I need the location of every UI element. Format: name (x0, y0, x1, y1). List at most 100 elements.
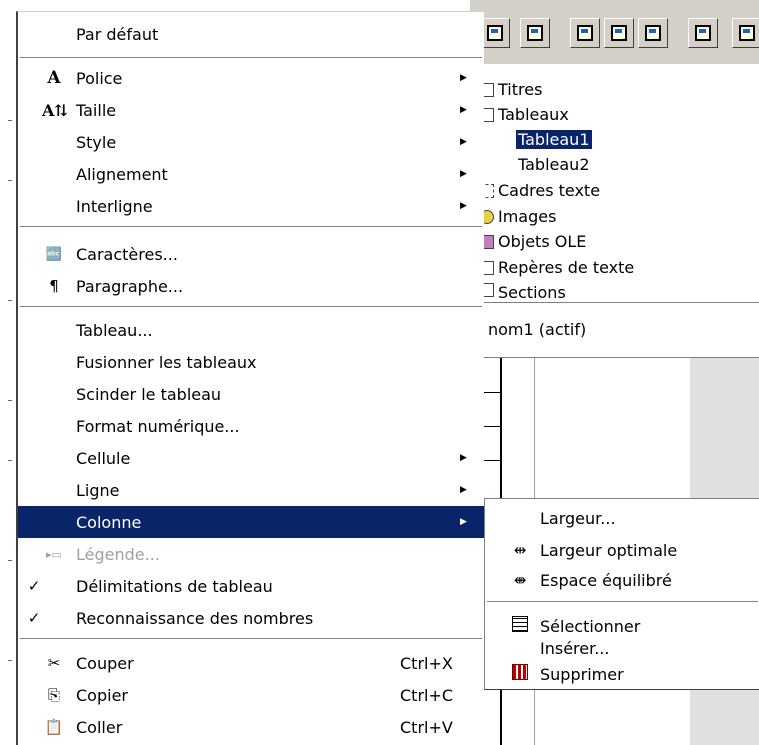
menu-label: Scinder le tableau (76, 384, 222, 404)
active-document-label: nom1 (actif) (488, 320, 587, 339)
submenu-arrow-icon: ▶ (460, 453, 467, 463)
toolbar-button-more[interactable] (732, 18, 759, 48)
toolbar-button-bookmark[interactable] (520, 18, 550, 48)
margin-mark (8, 300, 12, 301)
nav-item-images[interactable]: Images (480, 207, 556, 226)
menu-separator (20, 638, 482, 642)
table-row-mark (484, 426, 500, 427)
menu-label: Style (76, 132, 117, 152)
menu-item-taille[interactable]: A⇅ Taille ▶ (18, 94, 484, 126)
menu-item-legende[interactable]: ▸▭ Légende... (18, 538, 484, 570)
menu-label: Paragraphe... (76, 276, 184, 296)
submenu-arrow-icon: ▶ (460, 137, 467, 147)
menu-item-style[interactable]: Style ▶ (18, 126, 484, 158)
submenu-arrow-icon: ▶ (460, 201, 467, 211)
menu-item-delimitations[interactable]: ✓ Délimitations de tableau (18, 570, 484, 602)
nav-label: Titres (498, 80, 543, 99)
menu-item-interligne[interactable]: Interligne ▶ (18, 190, 484, 222)
menu-separator (20, 57, 482, 61)
nav-item-tableaux[interactable]: Tableaux (480, 105, 569, 124)
menu-item-alignement[interactable]: Alignement ▶ (18, 158, 484, 190)
more-icon (739, 25, 755, 41)
nav-item-cadres[interactable]: Cadres texte (480, 181, 600, 200)
nav-label: Objets OLE (498, 232, 587, 251)
margin-mark (8, 660, 12, 661)
nav-label: Images (498, 207, 557, 226)
menu-item-fusionner[interactable]: Fusionner les tableaux (18, 346, 484, 378)
checkmark-icon: ✓ (27, 609, 41, 627)
menu-item-couper[interactable]: ✂ Couper Ctrl+X (18, 647, 484, 679)
submenu-arrow-icon: ▶ (460, 73, 467, 83)
menu-item-default[interactable]: Par défaut (18, 18, 484, 50)
frame-icon (487, 25, 503, 41)
context-menu: Par défaut A Police ▶ A⇅ Taille ▶ Style ▶ Ali… (16, 11, 484, 745)
menu-item-caracteres[interactable]: 🔤 Caractères... (18, 238, 484, 270)
toolbar-button-footer[interactable] (604, 18, 634, 48)
toolbar-button-header[interactable] (570, 18, 600, 48)
nav-item-ole[interactable]: Objets OLE (480, 232, 586, 251)
nav-item-tableau1[interactable]: Tableau1 (516, 130, 592, 149)
shortcut-label: Ctrl+X (400, 653, 453, 673)
menu-item-cellule[interactable]: Cellule ▶ (18, 442, 484, 474)
copy-icon: ⎘ (47, 686, 60, 704)
menu-item-copier[interactable]: ⎘ Copier Ctrl+C (18, 679, 484, 711)
submenu-item-espace-equilibre[interactable]: ⇼ Espace équilibré (485, 565, 758, 595)
submenu-item-largeur[interactable]: Largeur... (485, 503, 758, 533)
nav-item-reperes[interactable]: Repères de texte (480, 258, 634, 277)
menu-label: Interligne (76, 196, 153, 216)
nav-label: Cadres texte (498, 181, 601, 200)
characters-icon: 🔤 (45, 246, 63, 262)
menu-item-ligne[interactable]: Ligne ▶ (18, 474, 484, 506)
margin-mark (8, 560, 12, 561)
scissors-icon: ✂ (47, 654, 61, 672)
bookmark-icon (527, 25, 543, 41)
menu-item-scinder[interactable]: Scinder le tableau (18, 378, 484, 410)
menu-item-coller[interactable]: 📋 Coller Ctrl+V (18, 711, 484, 743)
margin-mark (8, 460, 12, 461)
table-row-mark (484, 460, 500, 461)
menu-label: Insérer... (540, 638, 610, 658)
menu-item-colonne[interactable]: Colonne ▶ (18, 506, 484, 538)
submenu-arrow-icon: ▶ (460, 105, 467, 115)
toolbar-button-list[interactable] (688, 18, 718, 48)
header-icon (577, 25, 593, 41)
margin-mark (8, 180, 12, 181)
margin-mark (8, 120, 12, 121)
menu-label: Légende... (76, 544, 160, 564)
toolbar (470, 0, 759, 65)
menu-label: Copier (76, 685, 128, 705)
menu-label: Espace équilibré (540, 570, 672, 590)
list-icon (695, 25, 711, 41)
nav-item-titres[interactable]: Titres (480, 80, 542, 99)
submenu-item-supprimer[interactable]: Supprimer (485, 659, 758, 689)
menu-item-police[interactable]: A Police ▶ (18, 62, 484, 94)
submenu-arrow-icon: ▶ (460, 485, 467, 495)
menu-label: Fusionner les tableaux (76, 352, 257, 372)
margin-mark (8, 400, 12, 401)
font-size-icon: A⇅ (42, 100, 68, 120)
menu-label: Couper (76, 653, 134, 673)
menu-label: Tableau... (76, 320, 153, 340)
menu-label: Par défaut (76, 24, 159, 44)
menu-item-paragraphe[interactable]: ¶ Paragraphe... (18, 270, 484, 302)
menu-item-tableau[interactable]: Tableau... (18, 314, 484, 346)
menu-label: Caractères... (76, 244, 178, 264)
toolbar-button-page[interactable] (638, 18, 668, 48)
menu-label: Reconnaissance des nombres (76, 608, 314, 628)
nav-item-tableau2[interactable]: Tableau2 (518, 155, 590, 174)
nav-item-sections[interactable]: Sections (480, 283, 566, 299)
menu-item-format-numerique[interactable]: Format numérique... (18, 410, 484, 442)
menu-label: Délimitations de tableau (76, 576, 273, 596)
menu-label: Cellule (76, 448, 131, 468)
menu-item-reconnaissance[interactable]: ✓ Reconnaissance des nombres (18, 602, 484, 634)
menu-label: Taille (76, 100, 117, 120)
column-submenu: Largeur... ⇹ Largeur optimale ⇼ Espace équ… (484, 498, 759, 690)
page-icon (645, 25, 661, 41)
submenu-arrow-icon: ▶ (460, 169, 467, 179)
nav-label: Repères de texte (498, 258, 635, 277)
nav-label: Sections (498, 283, 566, 299)
toolbar-button-frame[interactable] (480, 18, 510, 48)
optimal-width-icon: ⇹ (513, 541, 527, 559)
submenu-item-largeur-optimale[interactable]: ⇹ Largeur optimale (485, 535, 758, 565)
nav-label: Tableau2 (518, 155, 590, 174)
